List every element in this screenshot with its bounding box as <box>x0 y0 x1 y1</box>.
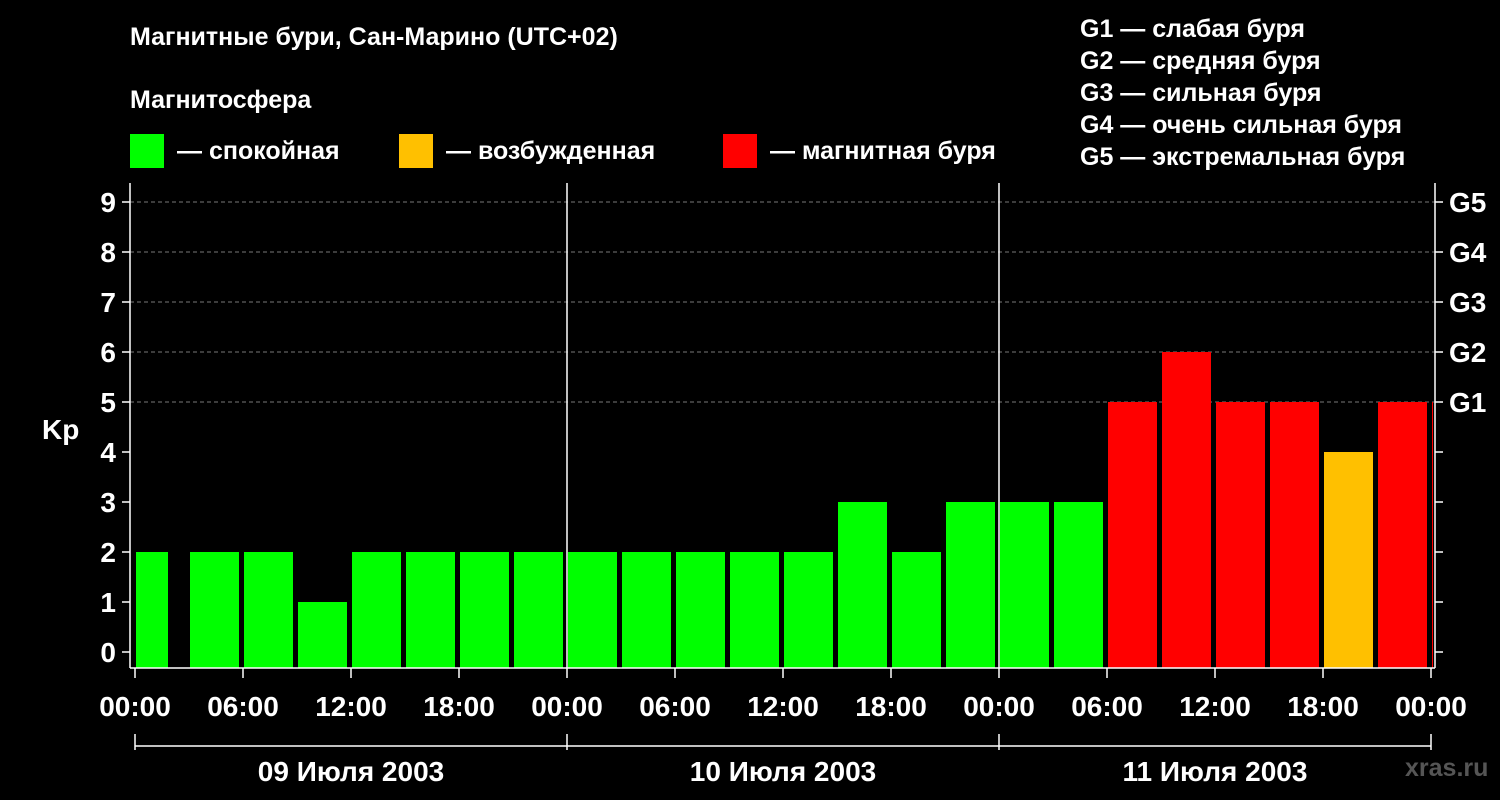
legend-label-storm: — магнитная буря <box>770 136 996 165</box>
kp-bar <box>1108 402 1157 668</box>
kp-bar <box>1000 502 1049 668</box>
kp-bar <box>1432 402 1433 668</box>
x-tick-label: 18:00 <box>423 691 495 722</box>
legend-swatch-storm <box>723 134 757 168</box>
kp-bar <box>568 552 617 668</box>
kp-bar <box>1324 452 1373 668</box>
g-legend-line: G1 — слабая буря <box>1080 15 1306 43</box>
x-tick-label: 12:00 <box>315 691 387 722</box>
x-tick-label: 18:00 <box>855 691 927 722</box>
g-legend-line: G5 — экстремальная буря <box>1080 143 1406 171</box>
legend-label-quiet: — спокойная <box>177 136 340 165</box>
x-tick-label: 06:00 <box>1071 691 1143 722</box>
day-label: 10 Июля 2003 <box>690 756 876 787</box>
right-axis-label: G5 <box>1449 187 1486 218</box>
kp-bar <box>1378 402 1427 668</box>
y-tick-label: 2 <box>100 537 116 568</box>
kp-bar <box>1054 502 1103 668</box>
kp-bar <box>244 552 293 668</box>
legend-item-storm: — магнитная буря <box>723 134 996 168</box>
x-tick-label: 00:00 <box>1395 691 1467 722</box>
kp-bar <box>1162 352 1211 668</box>
x-tick-label: 06:00 <box>639 691 711 722</box>
bars-group <box>136 352 1433 668</box>
kp-bar <box>514 552 563 668</box>
kp-bar <box>784 552 833 668</box>
x-tick-label: 00:00 <box>531 691 603 722</box>
watermark: xras.ru <box>1405 754 1489 782</box>
chart-subtitle: Магнитосфера <box>130 86 312 114</box>
g-legend-line: G4 — очень сильная буря <box>1080 111 1402 139</box>
chart-title: Магнитные бури, Сан-Марино (UTC+02) <box>130 23 618 51</box>
y-tick-label: 5 <box>100 387 116 418</box>
legend-label-active: — возбужденная <box>446 136 656 165</box>
kp-bar <box>838 502 887 668</box>
y-tick-label: 3 <box>100 487 116 518</box>
legend-item-active: — возбужденная <box>399 134 655 168</box>
y-tick-label: 0 <box>100 637 116 668</box>
x-tick-label: 06:00 <box>207 691 279 722</box>
y-tick-label: 6 <box>100 337 116 368</box>
x-tick-label: 12:00 <box>1179 691 1251 722</box>
legend-swatch-active <box>399 134 433 168</box>
g-legend-line: G3 — сильная буря <box>1080 79 1322 107</box>
kp-bar <box>190 552 239 668</box>
day-label: 11 Июля 2003 <box>1123 756 1308 787</box>
x-tick-label: 18:00 <box>1287 691 1359 722</box>
kp-bar <box>730 552 779 668</box>
kp-bar <box>1270 402 1319 668</box>
x-tick-label: 00:00 <box>963 691 1035 722</box>
right-axis-label: G4 <box>1449 237 1487 268</box>
kp-bar <box>460 552 509 668</box>
grid-lines <box>130 201 1435 403</box>
y-tick-label: 7 <box>100 287 116 318</box>
y-tick-label: 9 <box>100 187 116 218</box>
kp-bar <box>406 552 455 668</box>
kp-bar <box>136 552 168 668</box>
right-axis-label: G1 <box>1449 387 1486 418</box>
legend-item-quiet: — спокойная <box>130 134 340 168</box>
x-tick-label: 12:00 <box>747 691 819 722</box>
x-tick-label: 00:00 <box>99 691 171 722</box>
kp-bar <box>298 602 347 668</box>
g-scale-legend: G1 — слабая буря G2 — средняя буря G3 — … <box>1080 13 1405 173</box>
right-axis-label: G2 <box>1449 337 1486 368</box>
kp-bar <box>946 502 995 668</box>
y-axis-label: Kp <box>42 414 80 445</box>
kp-bar <box>676 552 725 668</box>
kp-bar <box>1216 402 1265 668</box>
kp-bar <box>622 552 671 668</box>
y-tick-label: 1 <box>100 587 116 618</box>
kp-bar <box>352 552 401 668</box>
kp-bar <box>892 552 941 668</box>
legend-swatch-quiet <box>130 134 164 168</box>
y-tick-label: 8 <box>100 237 116 268</box>
g-legend-line: G2 — средняя буря <box>1080 47 1321 75</box>
right-axis-label: G3 <box>1449 287 1486 318</box>
y-tick-label: 4 <box>100 437 116 468</box>
day-label: 09 Июля 2003 <box>258 756 444 787</box>
